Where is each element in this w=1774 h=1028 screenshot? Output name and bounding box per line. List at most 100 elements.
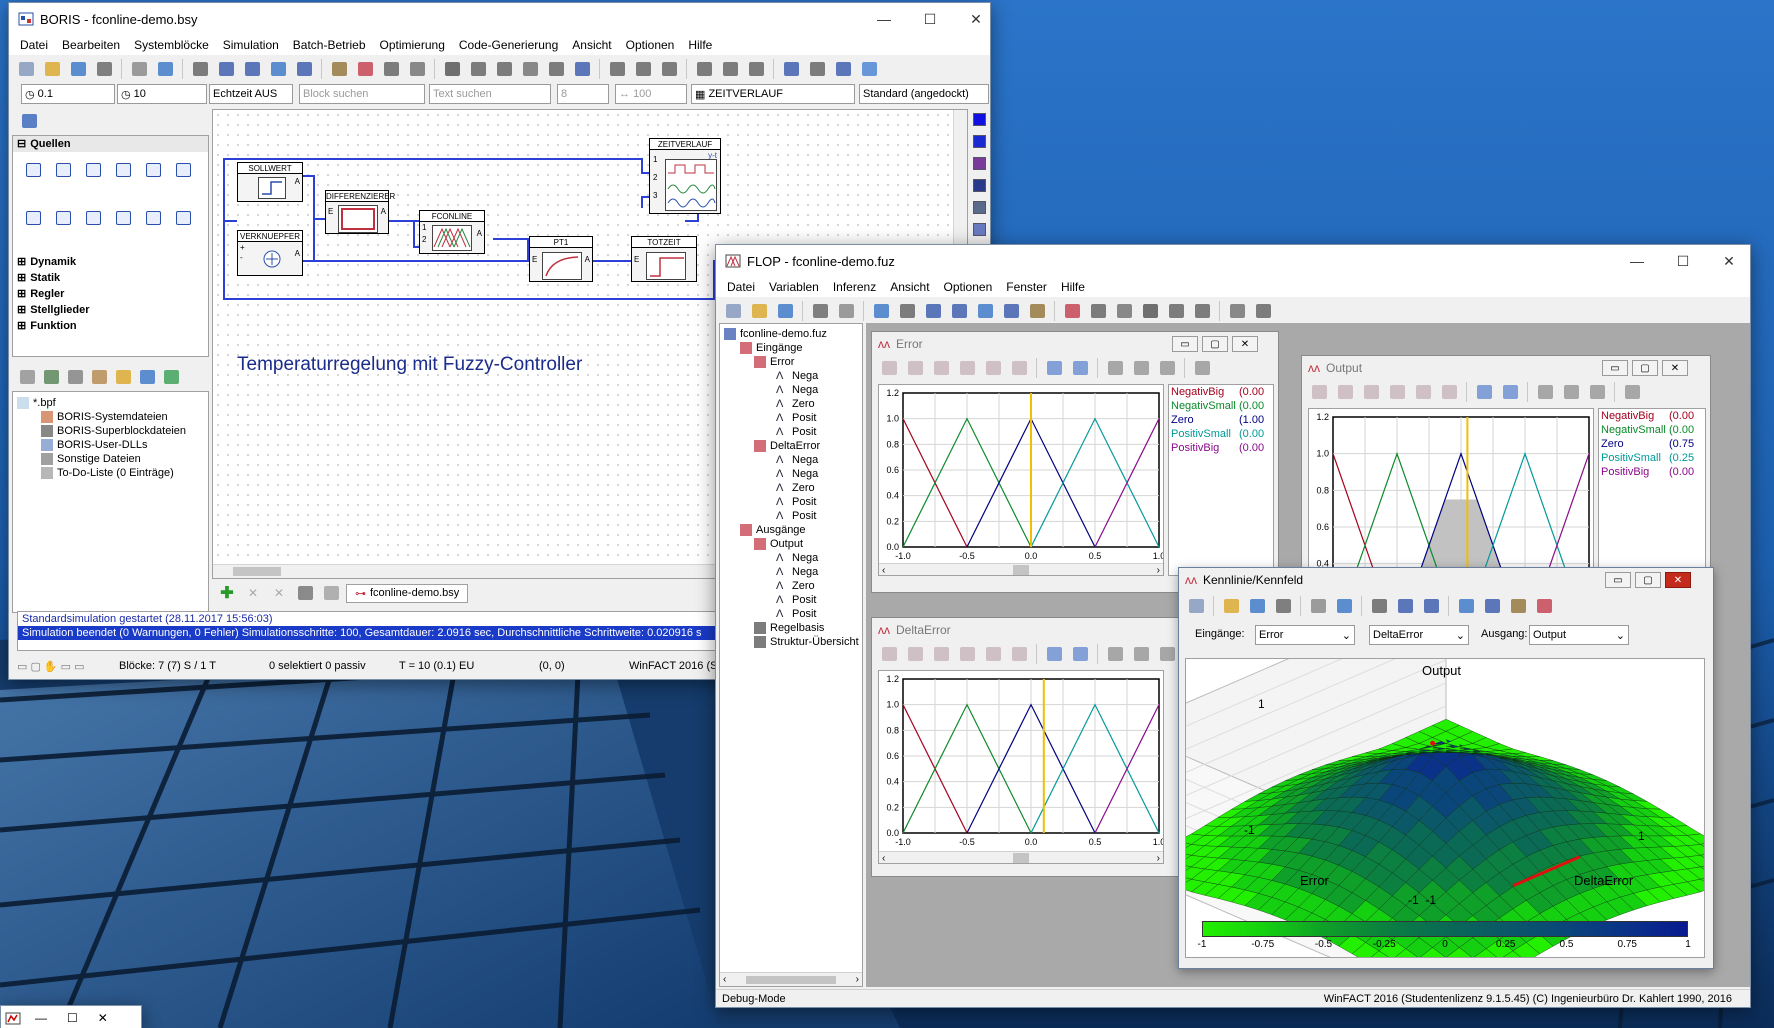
legend-entry[interactable]: Zero (0.75	[1599, 437, 1705, 451]
tree-node[interactable]: Λ Nega	[724, 453, 859, 467]
surface-icon[interactable]	[1220, 595, 1242, 617]
mf-select-icon[interactable]	[1308, 381, 1330, 403]
tree-node[interactable]: Λ Nega	[724, 551, 859, 565]
menu-item-3[interactable]: Simulation	[216, 38, 286, 52]
tile-icon[interactable]	[1087, 300, 1109, 322]
folder-icon[interactable]	[112, 366, 134, 388]
docking-select[interactable]: Standard (angedockt)	[859, 84, 989, 104]
exit-icon[interactable]	[1252, 300, 1274, 322]
menu-item-7[interactable]: Ansicht	[565, 38, 618, 52]
zoom-field[interactable]: ↔ 100	[615, 84, 687, 104]
kennfeld-titlebar[interactable]: ʌʌ Kennlinie/Kennfeld	[1179, 568, 1713, 592]
export-icon[interactable]	[1191, 300, 1213, 322]
rotate-left-icon[interactable]	[1307, 595, 1329, 617]
legend-entry[interactable]: PositivSmall (0.25	[1599, 451, 1705, 465]
legend-entry[interactable]: PositivSmall (0.00	[1169, 427, 1273, 441]
chart-icon[interactable]	[1000, 300, 1022, 322]
block-totzeit[interactable]: TOTZEIT E	[631, 236, 697, 282]
connect-icon[interactable]	[571, 58, 593, 80]
sim-end-field[interactable]: ◷ 10	[117, 84, 207, 104]
chart-export-icon[interactable]	[1507, 595, 1529, 617]
refresh-icon[interactable]	[293, 58, 315, 80]
plot-scrollbar[interactable]: ‹ ›	[879, 563, 1163, 575]
signal-generator-icon[interactable]	[51, 158, 75, 182]
minimized-window[interactable]: — ☐ ✕	[0, 1005, 142, 1028]
tree-node[interactable]: Eingänge	[724, 341, 859, 355]
text-search-input[interactable]: Text suchen	[429, 84, 551, 104]
maximize-button[interactable]: ▢	[1202, 336, 1228, 352]
tree-node[interactable]: Error	[724, 355, 859, 369]
simulate-icon[interactable]	[974, 300, 996, 322]
maximize-button[interactable]: ▢	[1635, 572, 1661, 588]
align-center-icon[interactable]	[719, 58, 741, 80]
open-folder-icon[interactable]	[41, 58, 63, 80]
inference-icon[interactable]	[870, 300, 892, 322]
align-right-icon[interactable]	[745, 58, 767, 80]
grid-icon[interactable]	[1043, 357, 1065, 379]
tree-node[interactable]: Λ Posit	[724, 607, 859, 621]
menu-item-3[interactable]: Ansicht	[883, 280, 936, 294]
properties-icon[interactable]	[1165, 300, 1187, 322]
block-pt1[interactable]: PT1 E A	[529, 236, 593, 282]
minimize-button[interactable]: —	[35, 1011, 47, 1025]
mf-triangle-icon[interactable]	[904, 643, 926, 665]
palette-color-swatch[interactable]	[973, 157, 986, 170]
tree-item[interactable]: To-Do-Liste (0 Einträge)	[17, 466, 186, 480]
print-icon[interactable]	[1455, 595, 1477, 617]
boris-close-button[interactable]: ✕	[953, 3, 990, 35]
window-cascade-icon[interactable]	[294, 582, 316, 604]
operating-point-marker[interactable]	[1430, 740, 1436, 746]
tree-node[interactable]: Λ Posit	[724, 509, 859, 523]
rotate-icon[interactable]	[493, 58, 515, 80]
camera-icon[interactable]	[1130, 643, 1152, 665]
print-icon[interactable]	[93, 58, 115, 80]
print-icon[interactable]	[1104, 643, 1126, 665]
scrollbar-thumb[interactable]	[233, 567, 281, 576]
align-icon[interactable]	[519, 58, 541, 80]
window-tile-icon[interactable]	[320, 582, 342, 604]
category-dynamik[interactable]: ⊞ Dynamik	[13, 254, 208, 270]
menu-item-4[interactable]: Optionen	[937, 280, 1000, 294]
palette-color-swatch[interactable]	[973, 113, 986, 126]
close-button[interactable]: ✕	[1232, 336, 1258, 352]
legend-entry[interactable]: NegativSmall (0.00	[1169, 399, 1273, 413]
boris-maximize-button[interactable]: ☐	[907, 3, 953, 35]
grid-icon[interactable]	[780, 58, 802, 80]
refresh-icon[interactable]	[1185, 595, 1207, 617]
mf-triangle-icon[interactable]	[904, 357, 926, 379]
contour-icon[interactable]	[1272, 595, 1294, 617]
mf-trapezoid-icon[interactable]	[930, 643, 952, 665]
settings-icon[interactable]	[1621, 381, 1643, 403]
menu-item-5[interactable]: Optimierung	[373, 38, 452, 52]
legend-icon[interactable]	[1499, 381, 1521, 403]
debug-icon[interactable]	[948, 300, 970, 322]
tree-node[interactable]: Λ Posit	[724, 593, 859, 607]
tree-node[interactable]: Struktur-Übersicht	[724, 635, 859, 649]
close-button[interactable]: ✕	[1665, 572, 1691, 588]
mf-plot-error[interactable]: 0.00.20.40.60.81.01.2-1.0-0.50.00.51.0 ‹…	[878, 384, 1164, 576]
close-button[interactable]: ✕	[1662, 360, 1688, 376]
mesh-icon[interactable]	[1246, 595, 1268, 617]
category-quellen[interactable]: ⊟ Quellen	[13, 136, 208, 152]
mf-gauss-icon[interactable]	[956, 643, 978, 665]
group-icon[interactable]	[632, 58, 654, 80]
tree-node[interactable]: Λ Posit	[724, 495, 859, 509]
grid-icon[interactable]	[1473, 381, 1495, 403]
palette-color-swatch[interactable]	[973, 179, 986, 192]
arrow-source-icon[interactable]	[171, 206, 195, 230]
grid-icon[interactable]	[1420, 595, 1442, 617]
tree-node[interactable]: Ausgänge	[724, 523, 859, 537]
category-stellglieder[interactable]: ⊞ Stellglieder	[13, 302, 208, 318]
mf-view-icon[interactable]	[835, 300, 857, 322]
grid-icon[interactable]	[1043, 643, 1065, 665]
flop-minimize-button[interactable]: —	[1614, 245, 1660, 277]
tree-node[interactable]: Λ Posit	[724, 411, 859, 425]
undo-icon[interactable]	[441, 58, 463, 80]
minimize-button[interactable]: ▭	[1172, 336, 1198, 352]
mf-z-icon[interactable]	[1438, 381, 1460, 403]
menu-item-5[interactable]: Fenster	[999, 280, 1054, 294]
timer-icon[interactable]	[328, 58, 350, 80]
menu-item-9[interactable]: Hilfe	[681, 38, 719, 52]
arrange-icon[interactable]	[1139, 300, 1161, 322]
output-select[interactable]: Output ⌄	[1529, 625, 1629, 645]
